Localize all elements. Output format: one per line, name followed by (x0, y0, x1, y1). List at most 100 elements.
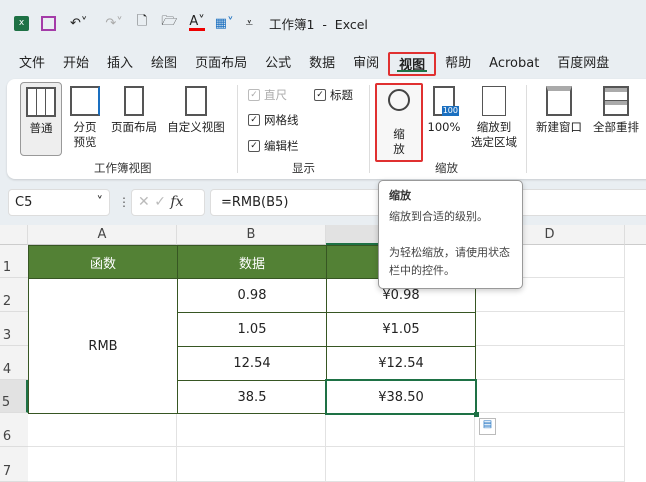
tab-6[interactable]: 数据 (300, 52, 344, 76)
label: 普通 (29, 121, 53, 135)
chevron-down-icon: ˅ (96, 195, 104, 210)
cell[interactable] (475, 380, 625, 413)
cell-b2[interactable]: 0.98 (177, 278, 327, 313)
row-header-1[interactable]: 1 (0, 245, 28, 278)
redo-icon[interactable]: ↷˅ (105, 16, 122, 31)
tab-7[interactable]: 审阅 (344, 52, 388, 76)
row-header-3[interactable]: 3 (0, 312, 28, 346)
label: 页面布局 (111, 120, 157, 134)
page-break-preview-button[interactable]: 分页 预览 (64, 86, 106, 150)
group-label: 缩放 (435, 161, 458, 175)
cell[interactable] (28, 447, 177, 482)
label: 缩 放 (393, 127, 405, 156)
grid-icon (26, 87, 56, 117)
column-header-a[interactable]: A (28, 225, 177, 245)
cell-a2-merged[interactable]: RMB (28, 278, 178, 414)
tab-5[interactable]: 公式 (256, 52, 300, 76)
tab-10[interactable]: Acrobat (480, 52, 548, 76)
zoom-to-selection-button[interactable]: 缩放到 选定区域 (466, 86, 522, 150)
cell-b1[interactable]: 数据 (177, 245, 327, 279)
window-title: 工作簿1 - Excel (268, 16, 368, 32)
tab-1[interactable]: 开始 (54, 52, 98, 76)
cell-b5[interactable]: 38.5 (177, 380, 327, 414)
label: 缩放到 选定区域 (471, 120, 517, 149)
zoom-100-button[interactable]: 100 100% (426, 86, 462, 135)
row-header-5[interactable]: 5 (0, 380, 28, 413)
cell-c4[interactable]: ¥12.54 (326, 346, 476, 381)
cancel-icon[interactable]: ✕ (138, 194, 150, 210)
worksheet-grid[interactable]: A B D 1234567 函数 数据 RMB 0.98 ¥0.98 1.05 ¥1.… (0, 225, 646, 482)
row-header-6[interactable]: 6 (0, 413, 28, 447)
row-number: 6 (2, 429, 12, 444)
ruler-checkbox[interactable]: ✓ 直尺 (248, 87, 287, 103)
label: C5 (15, 195, 33, 210)
tab-4[interactable]: 页面布局 (186, 52, 256, 76)
cell[interactable] (326, 413, 475, 447)
divider (237, 85, 238, 173)
new-window-button[interactable]: 新建窗口 (533, 86, 585, 135)
label: 直尺 (264, 88, 287, 102)
label: 标题 (330, 88, 353, 102)
page-layout-button[interactable]: 页面布局 (108, 86, 160, 135)
cell-b4[interactable]: 12.54 (177, 346, 327, 381)
new-window-icon (546, 86, 572, 116)
row-header-7[interactable]: 7 (0, 447, 28, 482)
label: 网格线 (264, 113, 299, 127)
cell[interactable] (326, 447, 475, 482)
divider (369, 85, 370, 173)
customize-icon[interactable]: ⩡ (246, 16, 253, 31)
tooltip-text: 为轻松缩放，请使用状态栏中的控件。 (389, 246, 510, 277)
normal-view-button[interactable]: 普通 (20, 82, 62, 156)
row-header-2[interactable]: 2 (0, 278, 28, 312)
page-icon (124, 86, 144, 116)
group-label: 工作簿视图 (94, 161, 152, 175)
custom-views-button[interactable]: 自定义视图 (164, 86, 228, 135)
column-header-b[interactable]: B (177, 225, 326, 245)
save-icon[interactable] (41, 15, 56, 31)
page-break-icon (70, 86, 100, 116)
cell-b3[interactable]: 1.05 (177, 312, 327, 347)
select-all-corner[interactable] (0, 225, 28, 245)
enter-icon[interactable]: ✓ (154, 194, 166, 210)
cell[interactable] (177, 447, 326, 482)
undo-icon[interactable]: ↶˅ (70, 16, 87, 31)
tab-3[interactable]: 绘图 (142, 52, 186, 76)
name-box[interactable]: C5 ˅ (8, 189, 110, 216)
new-file-icon[interactable]: 🗋 (137, 12, 147, 34)
cell[interactable] (475, 312, 625, 346)
quick-access-toolbar: x ↶˅ ↷˅ 🗋 🗁 A˅ ▦˅ ⩡ 工作簿1 - Excel (14, 12, 368, 34)
label: 100% (427, 120, 461, 134)
insert-function-icon[interactable]: fx (170, 194, 183, 210)
divider (526, 85, 527, 173)
headings-checkbox[interactable]: ✓ 标题 (314, 87, 353, 103)
excel-logo-icon: x (14, 15, 29, 31)
row-number: 2 (2, 294, 12, 309)
cell[interactable] (475, 447, 625, 482)
cell[interactable] (475, 346, 625, 380)
column-header-e[interactable] (625, 225, 646, 245)
formula-bar-checkbox[interactable]: ✓ 编辑栏 (248, 138, 299, 154)
group-label: 显示 (292, 161, 315, 175)
zoom-button[interactable]: 缩 放 (375, 83, 423, 162)
borders-icon[interactable]: ▦˅ (215, 16, 234, 31)
cell-a1[interactable]: 函数 (28, 245, 178, 279)
cell[interactable] (475, 413, 625, 447)
tab-2[interactable]: 插入 (98, 52, 142, 76)
tab-9[interactable]: 帮助 (436, 52, 480, 76)
gridlines-checkbox[interactable]: ✓ 网格线 (248, 112, 299, 128)
tab-11[interactable]: 百度网盘 (548, 52, 618, 76)
label: =RMB(B5) (221, 195, 289, 210)
quick-analysis-icon[interactable]: ▤ (479, 418, 496, 435)
font-color-icon[interactable]: A˅ (189, 15, 205, 31)
tab-8[interactable]: 视图 (388, 52, 437, 76)
label: 分页 预览 (73, 120, 97, 149)
arrange-all-button[interactable]: 全部重排 (590, 86, 642, 135)
tab-0[interactable]: 文件 (10, 52, 54, 76)
row-header-4[interactable]: 4 (0, 346, 28, 380)
more-icon[interactable]: ⋮ (118, 195, 130, 209)
cell-c3[interactable]: ¥1.05 (326, 312, 476, 347)
open-icon[interactable]: 🗁 (161, 12, 177, 34)
cell[interactable] (177, 413, 326, 447)
fill-handle[interactable] (474, 412, 479, 417)
cell[interactable] (28, 413, 177, 447)
